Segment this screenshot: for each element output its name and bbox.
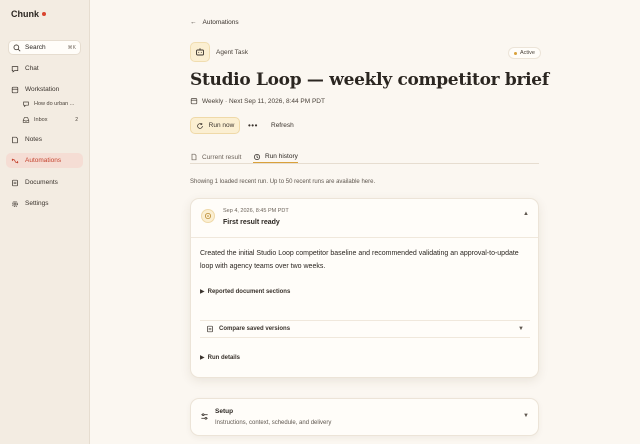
sidebar: Chunk Search ⌘K Chat Workstation How do … bbox=[0, 0, 90, 444]
disclosure-triangle-icon: ▶ bbox=[200, 355, 205, 361]
app-logo[interactable]: Chunk bbox=[11, 9, 46, 19]
inbox-label: Inbox bbox=[34, 116, 48, 123]
back-label: Automations bbox=[202, 19, 239, 26]
tab-current-result[interactable]: Current result bbox=[190, 151, 241, 163]
agent-task-icon bbox=[190, 42, 210, 62]
inbox-icon bbox=[22, 116, 30, 124]
sidebar-item-workstation[interactable]: Workstation bbox=[6, 82, 83, 97]
sidebar-item-label: Documents bbox=[25, 179, 58, 186]
more-options-button[interactable]: ••• bbox=[248, 121, 258, 130]
sidebar-item-settings[interactable]: Settings bbox=[6, 196, 83, 211]
notes-icon bbox=[11, 136, 19, 144]
schedule-info: Weekly · Next Sep 11, 2026, 8:44 PM PDT bbox=[190, 97, 325, 105]
tab-run-history[interactable]: Run history bbox=[253, 151, 298, 163]
workstation-thread-item[interactable]: How do urban ... bbox=[22, 98, 78, 109]
divider bbox=[191, 237, 538, 238]
sidebar-item-label: Chat bbox=[25, 65, 39, 72]
disclosure-triangle-icon: ▶ bbox=[200, 289, 205, 295]
setup-card[interactable]: Setup Instructions, context, schedule, a… bbox=[190, 398, 539, 436]
history-note: Showing 1 loaded recent run. Up to 50 re… bbox=[190, 179, 376, 185]
tab-label: Current result bbox=[202, 153, 242, 161]
document-icon bbox=[190, 153, 198, 161]
chevron-down-icon: ▼ bbox=[523, 413, 529, 419]
refresh-cycle-icon bbox=[196, 122, 204, 130]
status-dot-icon bbox=[514, 51, 517, 55]
documents-icon bbox=[11, 179, 19, 187]
setup-subtitle: Instructions, context, schedule, and del… bbox=[215, 420, 332, 426]
compare-label: Compare saved versions bbox=[219, 326, 291, 332]
brand-dot-icon bbox=[42, 12, 46, 16]
search-shortcut: ⌘K bbox=[67, 44, 76, 51]
refresh-button[interactable]: Refresh bbox=[271, 122, 294, 129]
thread-label: How do urban ... bbox=[34, 100, 75, 107]
compare-versions-toggle[interactable]: Compare saved versions ▼ bbox=[200, 320, 530, 338]
tab-bar: Current result Run history bbox=[190, 149, 539, 164]
reported-sections-label: Reported document sections bbox=[207, 288, 291, 295]
workstation-icon bbox=[11, 86, 19, 94]
sidebar-item-automations[interactable]: Automations bbox=[6, 153, 83, 168]
run-card: Sep 4, 2026, 8:45 PM PDT First result re… bbox=[190, 198, 539, 378]
workstation-inbox-item[interactable]: Inbox 2 bbox=[22, 114, 78, 125]
settings-icon bbox=[11, 200, 19, 208]
run-title: First result ready bbox=[223, 219, 280, 226]
setup-title: Setup bbox=[215, 408, 234, 415]
sliders-icon bbox=[200, 412, 209, 423]
main-panel: ← Automations Agent Task Active Studio L… bbox=[90, 0, 640, 444]
back-to-automations-link[interactable]: ← Automations bbox=[190, 19, 239, 26]
sidebar-item-label: Notes bbox=[25, 136, 42, 143]
sidebar-item-documents[interactable]: Documents bbox=[6, 175, 83, 190]
collapse-chevron-icon[interactable]: ▲ bbox=[523, 211, 529, 217]
reported-sections-toggle[interactable]: ▶ Reported document sections bbox=[200, 288, 291, 296]
tab-label: Run history bbox=[265, 153, 298, 160]
sidebar-item-notes[interactable]: Notes bbox=[6, 132, 83, 147]
run-now-button[interactable]: Run now bbox=[190, 117, 240, 134]
compare-document-icon bbox=[206, 325, 214, 333]
history-icon bbox=[253, 153, 261, 161]
run-details-label: Run details bbox=[207, 354, 240, 361]
run-summary: Created the initial Studio Loop competit… bbox=[200, 250, 519, 270]
search-label: Search bbox=[25, 44, 46, 51]
page-title: Studio Loop — weekly competitor brief bbox=[190, 70, 549, 90]
run-date: Sep 4, 2026, 8:45 PM PDT bbox=[223, 208, 289, 214]
sidebar-item-chat[interactable]: Chat bbox=[6, 61, 83, 76]
search-button[interactable]: Search ⌘K bbox=[8, 40, 81, 55]
calendar-icon bbox=[190, 97, 198, 105]
search-icon bbox=[13, 44, 21, 52]
sidebar-item-label: Settings bbox=[25, 200, 49, 207]
chevron-down-icon: ▼ bbox=[518, 326, 524, 332]
automations-icon bbox=[11, 157, 19, 165]
inbox-count-badge: 2 bbox=[75, 116, 78, 123]
schedule-text: Weekly · Next Sep 11, 2026, 8:44 PM PDT bbox=[202, 97, 325, 105]
run-details-toggle[interactable]: ▶ Run details bbox=[200, 354, 240, 362]
status-label: Active bbox=[520, 50, 535, 56]
agent-task-label: Agent Task bbox=[216, 49, 249, 56]
chat-icon bbox=[11, 65, 19, 73]
run-status-icon bbox=[201, 209, 215, 223]
run-now-label: Run now bbox=[208, 122, 235, 129]
app-name: Chunk bbox=[11, 9, 39, 19]
status-badge: Active bbox=[508, 47, 541, 59]
sidebar-item-label: Automations bbox=[25, 157, 62, 164]
arrow-left-icon: ← bbox=[190, 19, 197, 26]
sidebar-item-label: Workstation bbox=[25, 86, 60, 93]
thread-icon bbox=[22, 100, 30, 108]
